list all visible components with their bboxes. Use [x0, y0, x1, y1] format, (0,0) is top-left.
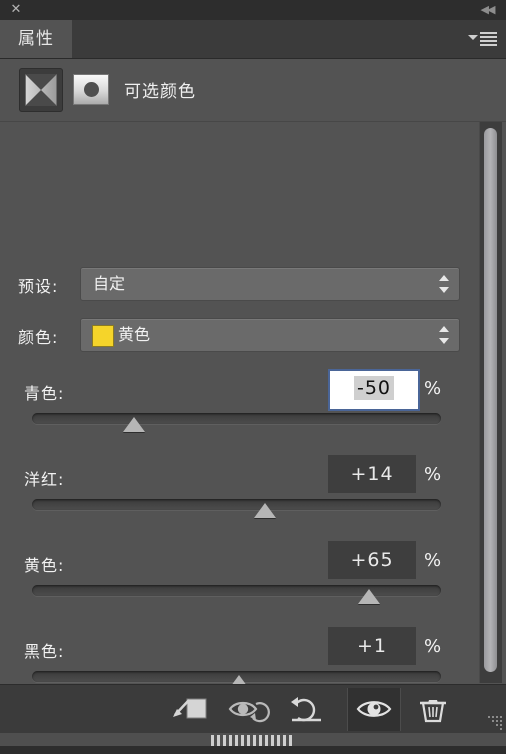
delete-adjustment-layer-button[interactable]	[406, 688, 460, 731]
percent-sign: %	[424, 464, 442, 485]
footer-bar	[0, 746, 506, 754]
toggle-previous-state-icon	[228, 701, 270, 723]
tab-properties[interactable]: 属性	[0, 20, 72, 58]
slider-value-input[interactable]: +14	[328, 455, 416, 493]
properties-panel-window: ✕ ◀◀ 属性 可选颜色 预设: 自定 颜色: 黄色 青色: -50 % 洋红:…	[0, 0, 506, 754]
slider-thumb[interactable]	[123, 417, 146, 432]
panel-tab-strip: 属性	[0, 20, 506, 59]
preset-select[interactable]: 自定	[80, 267, 460, 301]
percent-sign: %	[424, 378, 442, 399]
clip-to-layer-button[interactable]	[163, 688, 217, 731]
vertical-scrollbar-thumb[interactable]	[484, 128, 497, 672]
color-swatch	[92, 325, 114, 347]
resize-grip-icon[interactable]	[486, 716, 502, 730]
chevron-down-icon	[468, 35, 478, 40]
slider-label: 洋红:	[24, 470, 65, 489]
close-icon[interactable]: ✕	[8, 2, 24, 18]
color-select[interactable]: 黄色	[80, 318, 460, 352]
color-value: 黄色	[118, 325, 151, 344]
layer-mask-thumbnail[interactable]	[73, 74, 109, 105]
slider-track[interactable]	[32, 499, 441, 510]
mask-dot-icon	[84, 82, 99, 97]
color-label: 颜色:	[18, 328, 59, 347]
slider-thumb[interactable]	[254, 503, 277, 518]
panel-menu-icon[interactable]	[468, 30, 498, 48]
panel-content: 预设: 自定 颜色: 黄色 青色: -50% 洋红: +14% 黄色: +65% 黑色: +1…	[0, 121, 506, 754]
hamburger-lines-icon	[480, 32, 497, 46]
page-title: 可选颜色	[124, 82, 196, 102]
panel-bottom-toolbar	[0, 684, 506, 734]
slider-label: 黄色:	[24, 556, 65, 575]
delete-adjustment-layer-icon	[420, 700, 446, 723]
window-title-bar: ✕ ◀◀	[0, 0, 506, 20]
panel-footer	[0, 733, 506, 754]
percent-sign: %	[424, 550, 442, 571]
slider-value-input[interactable]: -50	[328, 369, 420, 411]
toggle-previous-state-button[interactable]	[222, 688, 276, 731]
percent-sign: %	[424, 636, 442, 657]
adjustment-header: 可选颜色	[0, 59, 506, 121]
slider-value-input[interactable]: +1	[328, 627, 416, 665]
slider-thumb[interactable]	[358, 589, 381, 604]
chevron-updown-icon	[439, 274, 450, 294]
slider-value-text: -50	[353, 376, 395, 400]
selective-color-glyph	[25, 74, 57, 106]
selective-color-icon	[19, 68, 63, 112]
toggle-layer-visibility-button[interactable]	[347, 688, 401, 731]
reset-adjustment-icon	[291, 697, 321, 722]
slider-track[interactable]	[32, 413, 441, 424]
preset-label: 预设:	[18, 277, 59, 296]
slider-value-input[interactable]: +65	[328, 541, 416, 579]
reset-adjustment-button[interactable]	[281, 688, 335, 731]
slider-label: 黑色:	[24, 642, 65, 661]
chevron-updown-icon	[439, 325, 450, 345]
slider-label: 青色:	[24, 384, 65, 403]
preset-value: 自定	[93, 274, 126, 293]
toggle-layer-visibility-icon	[356, 701, 392, 717]
clip-to-layer-icon	[173, 698, 207, 719]
collapse-to-icons-icon[interactable]: ◀◀	[474, 2, 500, 18]
